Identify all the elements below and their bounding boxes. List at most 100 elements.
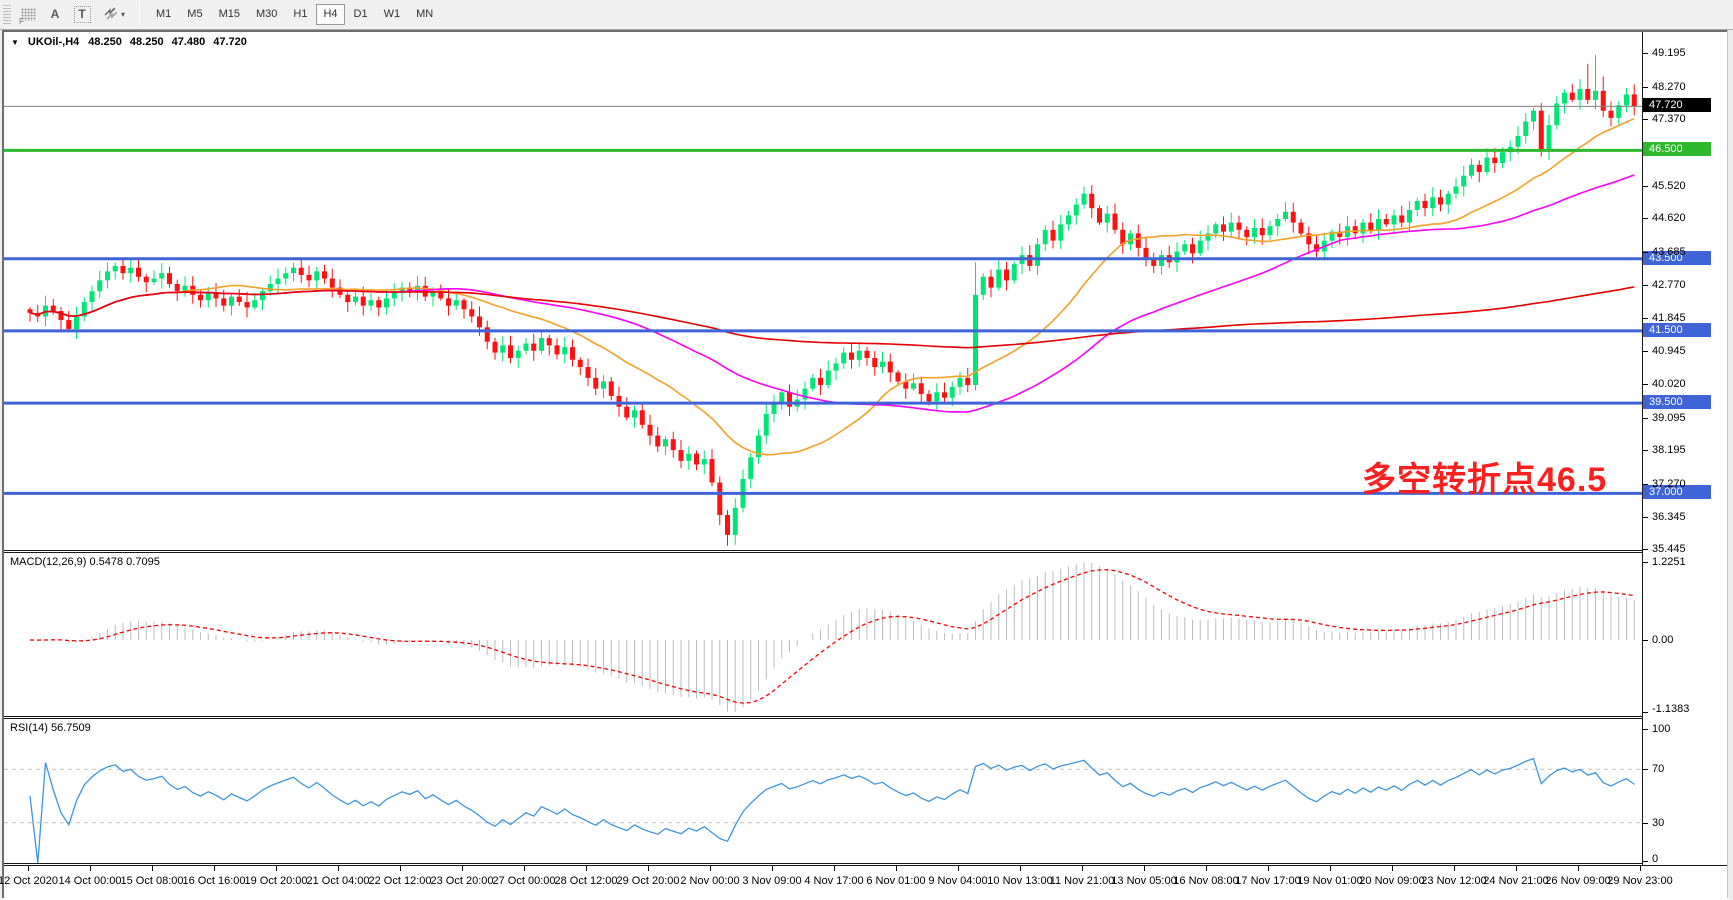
price-axis-tick [1643,87,1648,88]
price-badge: 47.720 [1643,98,1711,112]
timeframe-group: M1M5M15M30H1H4D1W1MN [148,4,441,25]
price-axis-tick [1643,119,1648,120]
price-axis-column[interactable]: 47.72046.50043.50041.50039.50037.00049.1… [1642,32,1729,900]
macd-panel[interactable]: MACD(12,26,9) 0.5478 0.7095 [4,553,1642,716]
date-tick [28,866,29,871]
rsi-axis-label: 30 [1652,817,1664,829]
timeframe-button-h1[interactable]: H1 [286,4,314,25]
rsi-axis-tick [1643,861,1648,862]
date-label: 26 Nov 09:00 [1545,875,1610,887]
date-tick [1516,866,1517,871]
rsi-axis-label: 0 [1652,853,1658,865]
date-tick [90,866,91,871]
dropdown-caret-icon[interactable]: ▾ [121,10,125,19]
date-label: 3 Nov 09:00 [742,875,801,887]
forecast-grid-icon[interactable]: F [18,4,38,24]
date-label: 28 Oct 12:00 [555,875,618,887]
symbol-period-label: UKOil-,H4 [28,36,79,48]
price-axis-tick [1643,318,1648,319]
timeframe-button-w1[interactable]: W1 [377,4,408,25]
toolbar: F A T ▾ M1M5M15M30H1H4D1W1MN [0,0,1733,30]
macd-axis-label: -1.1383 [1652,703,1689,715]
date-tick [586,866,587,871]
price-axis-tick [1643,484,1648,485]
rsi-axis: 10070300 [1643,719,1730,863]
rsi-axis-tick [1643,769,1648,770]
date-label: 14 Oct 00:00 [59,875,122,887]
date-label: 29 Oct 20:00 [617,875,680,887]
date-tick [772,866,773,871]
timeframe-button-d1[interactable]: D1 [347,4,375,25]
rsi-panel[interactable]: RSI(14) 56.7509 [4,719,1642,863]
price-axis-label: 42.770 [1652,279,1686,291]
price-axis-tick [1643,218,1648,219]
date-label: 12 Oct 2020 [0,875,58,887]
timeframe-button-m1[interactable]: M1 [149,4,178,25]
date-tick [1454,866,1455,871]
timeframe-button-mn[interactable]: MN [409,4,440,25]
date-label: 21 Oct 04:00 [307,875,370,887]
timeframe-button-h4[interactable]: H4 [316,4,344,25]
rsi-axis-label: 100 [1652,723,1670,735]
arrows-glyph-icon [103,6,119,22]
date-tick [958,866,959,871]
date-label: 16 Oct 16:00 [183,875,246,887]
low-value: 47.480 [172,36,206,48]
objects-arrows-icon[interactable]: ▾ [99,4,129,24]
macd-axis-tick [1643,562,1648,563]
time-axis[interactable]: 12 Oct 202014 Oct 00:0015 Oct 08:0016 Oc… [4,865,1729,900]
price-axis-tick [1643,549,1648,550]
chart-window: ▼ UKOil-,H4 48.250 48.250 47.480 47.720 … [2,30,1727,898]
timeframe-button-m5[interactable]: M5 [180,4,209,25]
main-chart-panel[interactable]: ▼ UKOil-,H4 48.250 48.250 47.480 47.720 … [4,32,1642,550]
rsi-label: RSI(14) 56.7509 [10,722,91,734]
price-axis-tick [1643,450,1648,451]
date-label: 16 Nov 08:00 [1173,875,1238,887]
date-label: 20 Nov 09:00 [1359,875,1424,887]
price-axis-label: 48.270 [1652,81,1686,93]
date-tick [1268,866,1269,871]
ohlc-values: 48.250 48.250 47.480 47.720 [88,36,247,48]
date-tick [462,866,463,871]
text-label-icon[interactable]: T [72,4,92,24]
vertical-scrollbar[interactable] [1727,30,1733,898]
symbol-caret-icon[interactable]: ▼ [11,38,19,47]
macd-axis-tick [1643,712,1648,713]
price-axis-tick [1643,418,1648,419]
cursor-a-icon[interactable]: A [45,4,65,24]
date-tick [1144,866,1145,871]
price-axis-tick [1643,252,1648,253]
open-value: 48.250 [88,36,122,48]
macd-label: MACD(12,26,9) 0.5478 0.7095 [10,556,160,568]
price-axis-tick [1643,384,1648,385]
date-label: 4 Nov 17:00 [804,875,863,887]
date-label: 15 Oct 08:00 [121,875,184,887]
price-axis-label: 47.370 [1652,113,1686,125]
date-label: 27 Oct 00:00 [493,875,556,887]
high-value: 48.250 [130,36,164,48]
price-axis-tick [1643,186,1648,187]
date-tick [1082,866,1083,871]
rsi-axis-tick [1643,823,1648,824]
timeframe-button-m30[interactable]: M30 [249,4,284,25]
date-tick [1206,866,1207,871]
price-axis-label: 45.520 [1652,180,1686,192]
price-axis-tick [1643,351,1648,352]
timeframe-button-m15[interactable]: M15 [212,4,247,25]
date-tick [648,866,649,871]
date-label: 2 Nov 00:00 [680,875,739,887]
price-axis-label: 49.195 [1652,47,1686,59]
date-label: 6 Nov 01:00 [866,875,925,887]
date-label: 22 Oct 12:00 [369,875,432,887]
price-axis-label: 38.195 [1652,444,1686,456]
date-tick [1330,866,1331,871]
date-tick [1640,866,1641,871]
date-tick [1392,866,1393,871]
macd-axis-label: 0.00 [1652,634,1673,646]
date-label: 24 Nov 21:00 [1483,875,1548,887]
toolbar-grip[interactable] [3,4,11,24]
date-label: 29 Nov 23:00 [1607,875,1672,887]
price-axis-tick [1643,517,1648,518]
chart-header: ▼ UKOil-,H4 48.250 48.250 47.480 47.720 [11,36,247,48]
price-axis-tick [1643,53,1648,54]
